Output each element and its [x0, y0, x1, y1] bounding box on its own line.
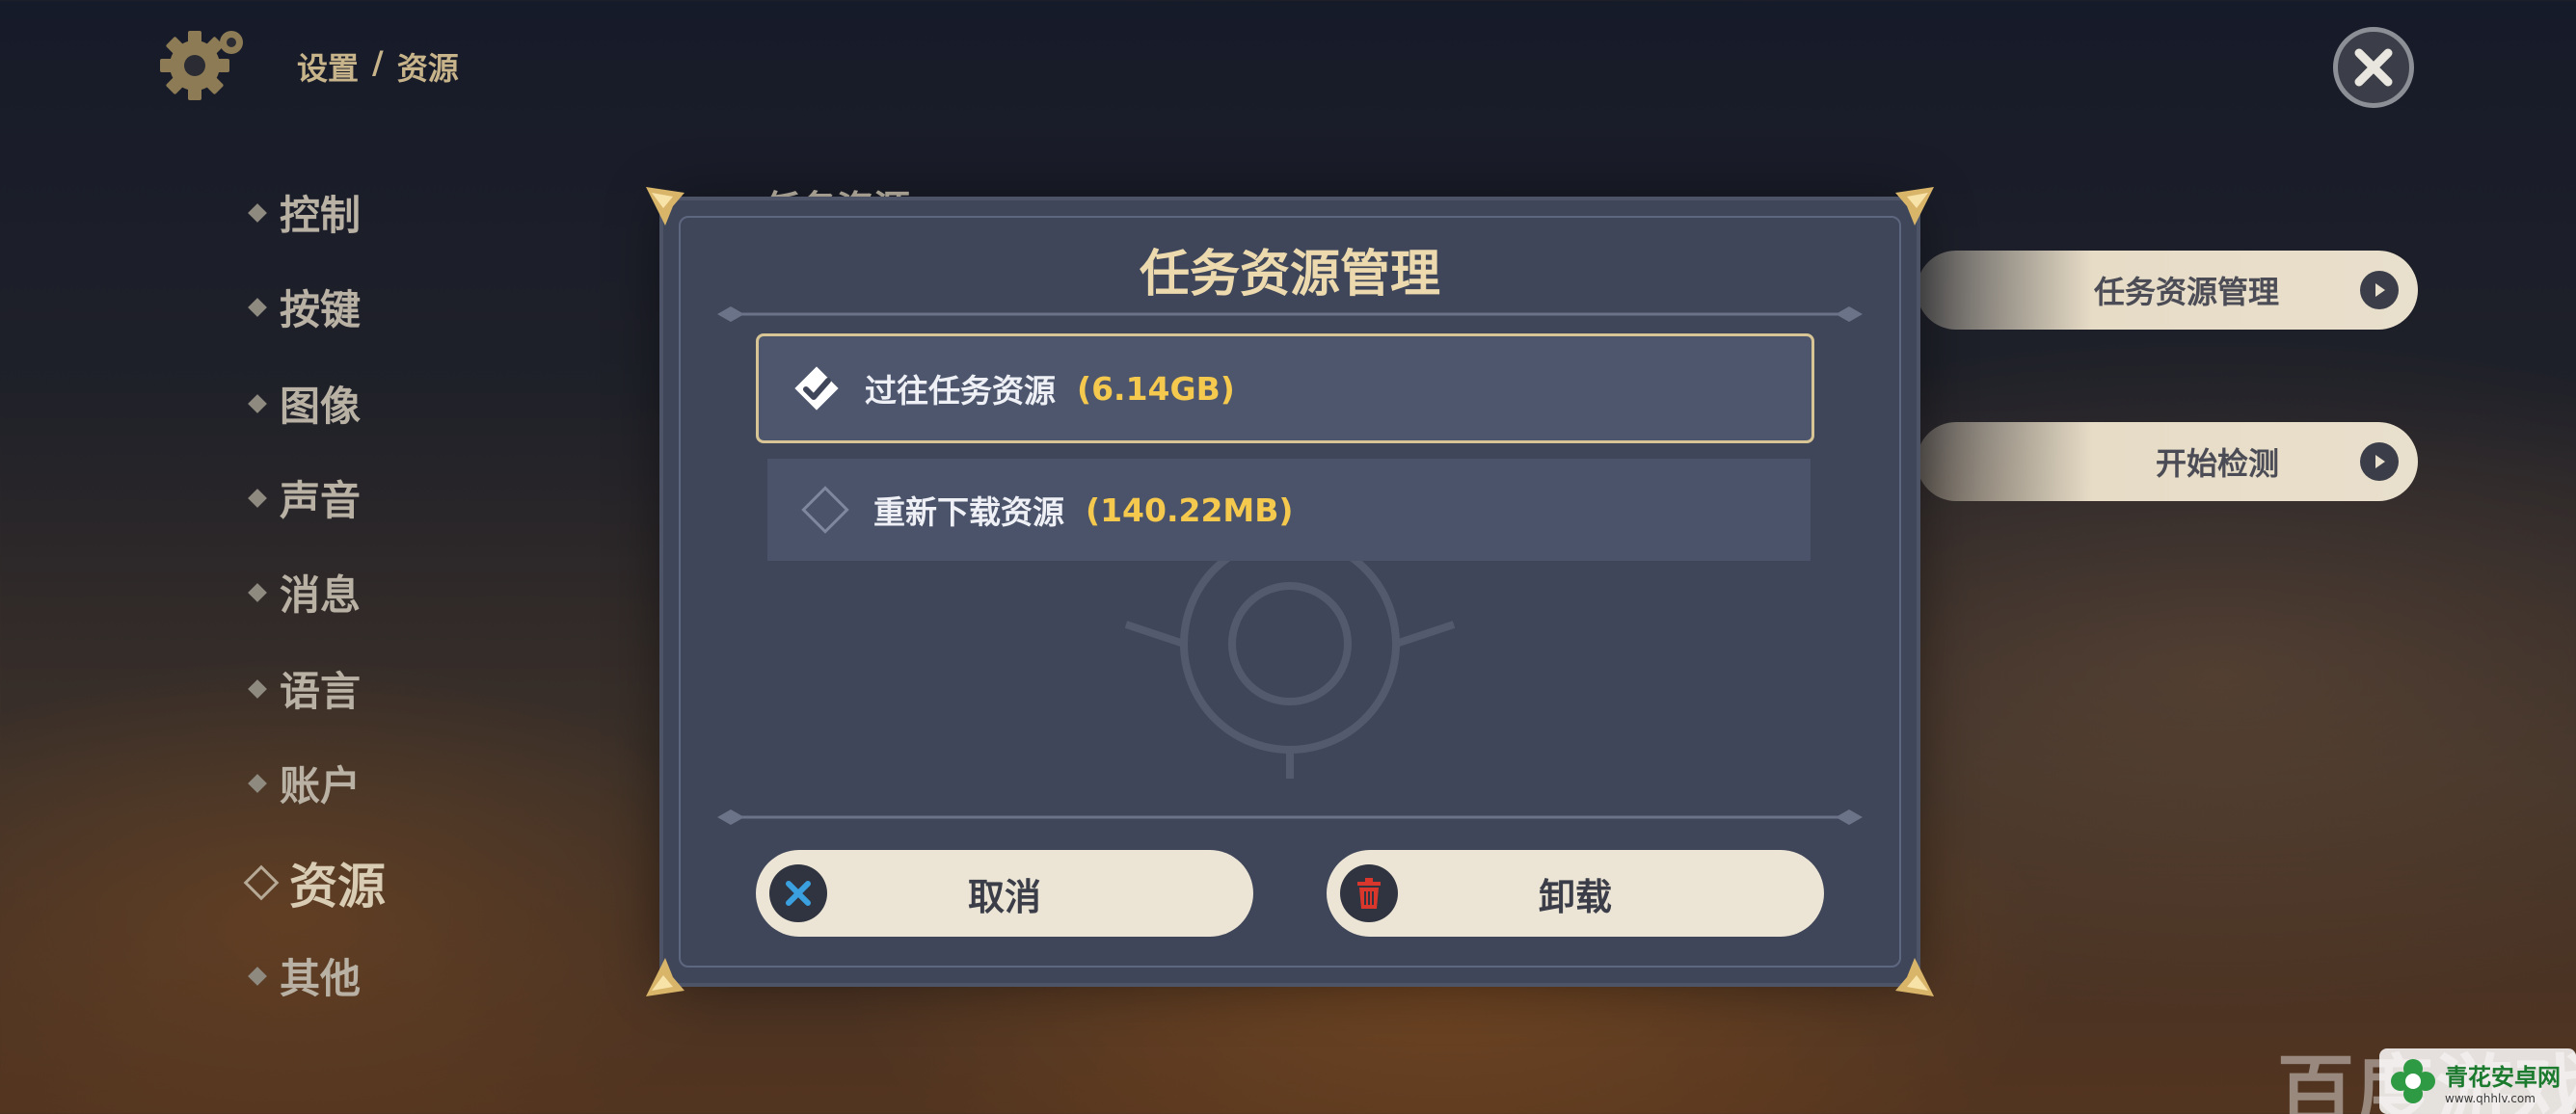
bullet-active-icon — [243, 864, 280, 901]
gear-icon — [160, 31, 243, 100]
corner-ornament-icon — [1895, 958, 1934, 996]
sidebar-item-label: 图像 — [280, 383, 362, 430]
dialog-title: 任务资源管理 — [1139, 246, 1440, 304]
bullet-icon — [248, 202, 267, 223]
corner-ornament-icon — [646, 187, 684, 225]
sidebar-item-language[interactable]: 语言 — [248, 659, 362, 718]
arrow-right-icon — [2360, 271, 2399, 309]
flower-logo-icon — [2391, 1059, 2435, 1103]
resource-manage-dialog: 任务资源管理 过往任务资源 (6.14GB) 重新下载资源 (140.22MB) — [646, 187, 1934, 996]
sidebar-item-keybinds[interactable]: 按键 — [248, 278, 362, 336]
sidebar-item-label: 控制 — [280, 192, 362, 239]
bullet-icon — [248, 297, 267, 317]
bullet-icon — [248, 393, 267, 413]
bullet-icon — [248, 582, 267, 602]
task-resource-manage-button[interactable]: 任务资源管理 — [1917, 251, 2418, 330]
sidebar-item-label: 语言 — [280, 668, 362, 715]
sidebar-item-label: 按键 — [280, 286, 362, 333]
site-watermark: 青花安卓网 www.qhhlv.com — [2379, 1048, 2576, 1114]
sidebar-item-messages[interactable]: 消息 — [248, 563, 362, 622]
corner-ornament-icon — [646, 958, 684, 996]
site-name: 青花安卓网 — [2445, 1063, 2561, 1091]
sidebar-item-resources[interactable]: 资源 — [243, 848, 386, 917]
button-label: 任务资源管理 — [2093, 274, 2279, 310]
sidebar-item-label: 账户 — [280, 762, 362, 809]
uninstall-label: 卸载 — [1538, 875, 1612, 918]
checkbox-checked-icon[interactable] — [790, 361, 844, 415]
cancel-button[interactable]: 取消 — [756, 850, 1253, 937]
option-label: 重新下载资源 — [873, 493, 1064, 531]
bullet-icon — [248, 773, 267, 793]
checkbox-empty-icon[interactable] — [798, 483, 852, 537]
close-icon — [2354, 48, 2393, 87]
sidebar-item-label: 消息 — [280, 571, 362, 619]
option-size: (140.22MB) — [1086, 491, 1294, 529]
breadcrumb-separator: / — [372, 44, 384, 81]
breadcrumb-current: 资源 — [396, 50, 459, 87]
corner-ornament-icon — [1895, 187, 1934, 225]
x-icon — [769, 864, 827, 922]
site-url: www.qhhlv.com — [2445, 1091, 2536, 1105]
sidebar-item-account[interactable]: 账户 — [248, 754, 362, 812]
option-label: 过往任务资源 — [865, 372, 1056, 410]
option-size: (6.14GB) — [1077, 369, 1235, 408]
bullet-icon — [248, 488, 267, 508]
start-check-button[interactable]: 开始检测 — [1917, 422, 2418, 501]
sidebar-item-label: 声音 — [280, 477, 362, 524]
sidebar-item-controls[interactable]: 控制 — [248, 183, 362, 242]
option-redownload-resources[interactable]: 重新下载资源 (140.22MB) — [767, 459, 1811, 561]
trash-icon — [1340, 864, 1398, 922]
button-label: 开始检测 — [2155, 445, 2279, 482]
option-past-task-resources[interactable]: 过往任务资源 (6.14GB) — [756, 333, 1814, 443]
sidebar-item-label: 其他 — [280, 955, 362, 1002]
sidebar-item-audio[interactable]: 声音 — [248, 468, 362, 527]
uninstall-button[interactable]: 卸载 — [1327, 850, 1824, 937]
close-button[interactable] — [2333, 27, 2414, 108]
breadcrumb-root[interactable]: 设置 — [297, 44, 359, 89]
sidebar-item-other[interactable]: 其他 — [248, 946, 362, 1005]
bullet-icon — [248, 966, 267, 986]
breadcrumb: 设置 / 资源 — [297, 44, 459, 89]
arrow-right-icon — [2360, 442, 2399, 481]
cancel-label: 取消 — [967, 875, 1041, 918]
divider-ornament — [717, 809, 1863, 825]
divider-ornament — [717, 306, 1863, 322]
bullet-icon — [248, 678, 267, 699]
sidebar-item-graphics[interactable]: 图像 — [248, 374, 362, 433]
sidebar-item-label: 资源 — [289, 859, 386, 915]
